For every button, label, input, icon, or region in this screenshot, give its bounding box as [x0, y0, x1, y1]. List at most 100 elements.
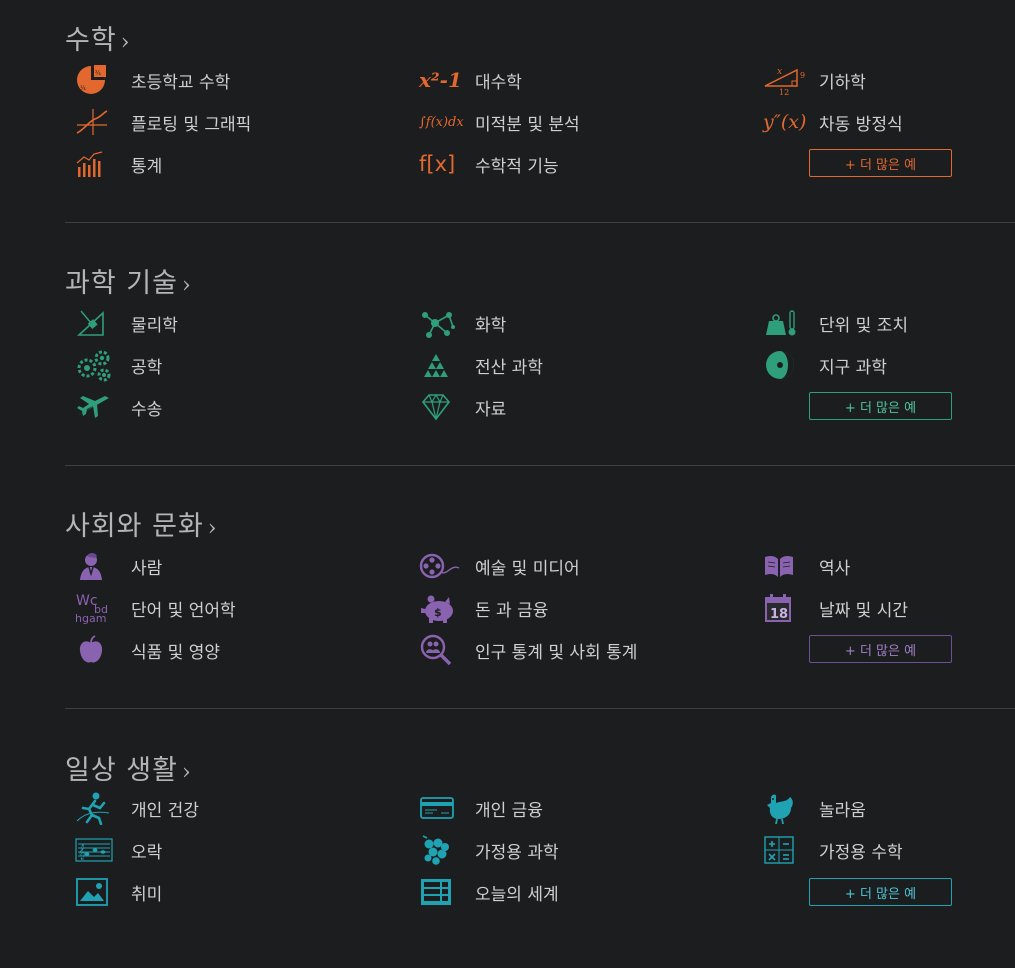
divider [65, 222, 1015, 223]
pie-fraction-icon: ¾¼ [75, 62, 121, 98]
topic-chemistry[interactable]: 화학 [419, 305, 506, 341]
topic-label: 예술 및 미디어 [475, 558, 580, 579]
svg-text:¾: ¾ [95, 70, 101, 77]
chevron-right-icon: › [120, 30, 131, 55]
topic-label: 화학 [475, 315, 507, 336]
person-bust-icon [75, 548, 121, 584]
geometry-label-9: 9 [800, 71, 805, 80]
topic-dates-times[interactable]: 18 날짜 및 시간 [763, 590, 908, 626]
topic-label: 기하학 [819, 72, 866, 93]
topic-plotting[interactable]: 플로팅 및 그래픽 [75, 104, 251, 140]
section-society: 사회와 문화 › 사람 예술 및 미디어 역사 Wc bd hgam 단어 및 언어학… [65, 504, 1015, 674]
topic-hobbies[interactable]: 취미 [75, 874, 162, 910]
svg-text:𝄞: 𝄞 [78, 845, 86, 860]
topic-personal-health[interactable]: 개인 건강 [75, 790, 199, 826]
topic-label: 단어 및 언어학 [131, 600, 236, 621]
topic-earth-science[interactable]: 지구 과학 [763, 347, 887, 383]
topic-label: 지구 과학 [819, 357, 887, 378]
algebra-icon: x²-1 [419, 68, 462, 92]
section-title-math[interactable]: 수학 › [65, 18, 131, 57]
topic-money-finance[interactable]: $ 돈 과 금융 [419, 590, 548, 626]
topic-transportation[interactable]: 수송 [75, 389, 162, 425]
topic-label: 통계 [131, 156, 163, 177]
topic-math-functions[interactable]: f[x] 수학적 기능 [419, 146, 559, 182]
topic-statistics[interactable]: 통계 [75, 146, 162, 182]
topic-geometry[interactable]: x 9 12 기하학 [763, 62, 866, 98]
section-title-society[interactable]: 사회와 문화 › [65, 504, 218, 543]
topic-label: 가정용 과학 [475, 842, 559, 863]
topic-label: 자료 [475, 399, 507, 420]
more-examples-button-society[interactable]: + 더 많은 예 [809, 635, 952, 663]
topic-food-nutrition[interactable]: 식품 및 영양 [75, 632, 220, 668]
topic-physics[interactable]: 물리학 [75, 305, 178, 341]
topic-history[interactable]: 역사 [763, 548, 850, 584]
section-everyday: 일상 생활 › 개인 건강 개인 금융 놀라움 𝄞 오락 가정용 과학 가정용 … [65, 748, 1015, 918]
section-title-everyday[interactable]: 일상 생활 › [65, 748, 192, 787]
topic-label: 수송 [131, 399, 163, 420]
divider [65, 465, 1015, 466]
topic-label: 놀라움 [819, 800, 866, 821]
section-title-text: 사회와 문화 [65, 511, 204, 542]
topic-label: 사람 [131, 558, 163, 579]
chevron-right-icon: › [207, 516, 218, 541]
divider [65, 708, 1015, 709]
topic-label: 개인 건강 [131, 800, 199, 821]
topic-units-measures[interactable]: 단위 및 조치 [763, 305, 908, 341]
topic-calculus[interactable]: ∫f(x)dx 미적분 및 분석 [419, 104, 580, 140]
topic-label: 플로팅 및 그래픽 [131, 114, 252, 135]
grapes-icon [419, 832, 465, 868]
geometry-label-x: x [777, 67, 782, 77]
open-book-icon [763, 548, 809, 584]
topic-computational-science[interactable]: 전산 과학 [419, 347, 543, 383]
credit-card-icon [419, 790, 465, 826]
topic-materials[interactable]: 자료 [419, 389, 506, 425]
topic-label: 돈 과 금융 [475, 600, 549, 621]
calendar-day-number: 18 [770, 607, 788, 622]
section-title-text: 과학 기술 [65, 268, 178, 299]
topic-label: 대수학 [475, 72, 522, 93]
topic-demographics[interactable]: 인구 통계 및 사회 통계 [419, 632, 637, 668]
topic-household-science[interactable]: 가정용 과학 [419, 832, 559, 868]
pyramid-icon [419, 347, 465, 383]
topic-differential-equations[interactable]: y″(x) 차동 방정식 [763, 104, 903, 140]
topic-label: 물리학 [131, 315, 178, 336]
topic-todays-world[interactable]: 오늘의 세계 [419, 874, 559, 910]
topic-label: 수학적 기능 [475, 156, 559, 177]
svg-text:$: $ [434, 606, 442, 619]
section-title-text: 일상 생활 [65, 755, 178, 786]
topic-algebra[interactable]: x²-1 대수학 [419, 62, 522, 98]
more-examples-button-math[interactable]: + 더 많은 예 [809, 149, 952, 177]
topic-label: 미적분 및 분석 [475, 114, 580, 135]
apple-icon [75, 632, 121, 668]
topic-label: 인구 통계 및 사회 통계 [475, 642, 638, 663]
svg-text:¼: ¼ [80, 85, 86, 92]
more-examples-button-everyday[interactable]: + 더 많은 예 [809, 878, 952, 906]
words-glyph-hgam: hgam [75, 612, 106, 625]
topic-engineering[interactable]: 공학 [75, 347, 162, 383]
topic-personal-finance[interactable]: 개인 금융 [419, 790, 543, 826]
people-magnifier-icon [419, 632, 465, 668]
chevron-right-icon: › [181, 760, 192, 785]
more-examples-button-science[interactable]: + 더 많은 예 [809, 392, 952, 420]
piggy-bank-icon: $ [419, 590, 465, 626]
topic-entertainment[interactable]: 𝄞 오락 [75, 832, 162, 868]
topic-label: 오늘의 세계 [475, 884, 559, 905]
differential-icon: y″(x) [763, 111, 807, 133]
topic-words-linguistics[interactable]: Wc bd hgam 단어 및 언어학 [75, 590, 236, 626]
topic-label: 개인 금융 [475, 800, 543, 821]
topic-arts-media[interactable]: 예술 및 미디어 [419, 548, 580, 584]
topic-surprises[interactable]: 놀라움 [763, 790, 866, 826]
topic-label: 식품 및 영양 [131, 642, 221, 663]
topic-household-math[interactable]: 가정용 수학 [763, 832, 903, 868]
section-title-science[interactable]: 과학 기술 › [65, 261, 192, 300]
section-math: 수학 › ¾¼ 초등학교 수학 x²-1 대수학 x 9 12 기하학 플로팅 및 그… [65, 18, 1015, 188]
topic-elementary-math[interactable]: ¾¼ 초등학교 수학 [75, 62, 230, 98]
geometry-label-12: 12 [779, 88, 789, 96]
topic-label: 가정용 수학 [819, 842, 903, 863]
chicken-icon [763, 790, 809, 826]
bar-chart-icon [75, 146, 121, 182]
section-title-text: 수학 [65, 25, 117, 56]
topic-label: 날짜 및 시간 [819, 600, 909, 621]
calculator-icon [763, 832, 809, 868]
topic-people[interactable]: 사람 [75, 548, 162, 584]
